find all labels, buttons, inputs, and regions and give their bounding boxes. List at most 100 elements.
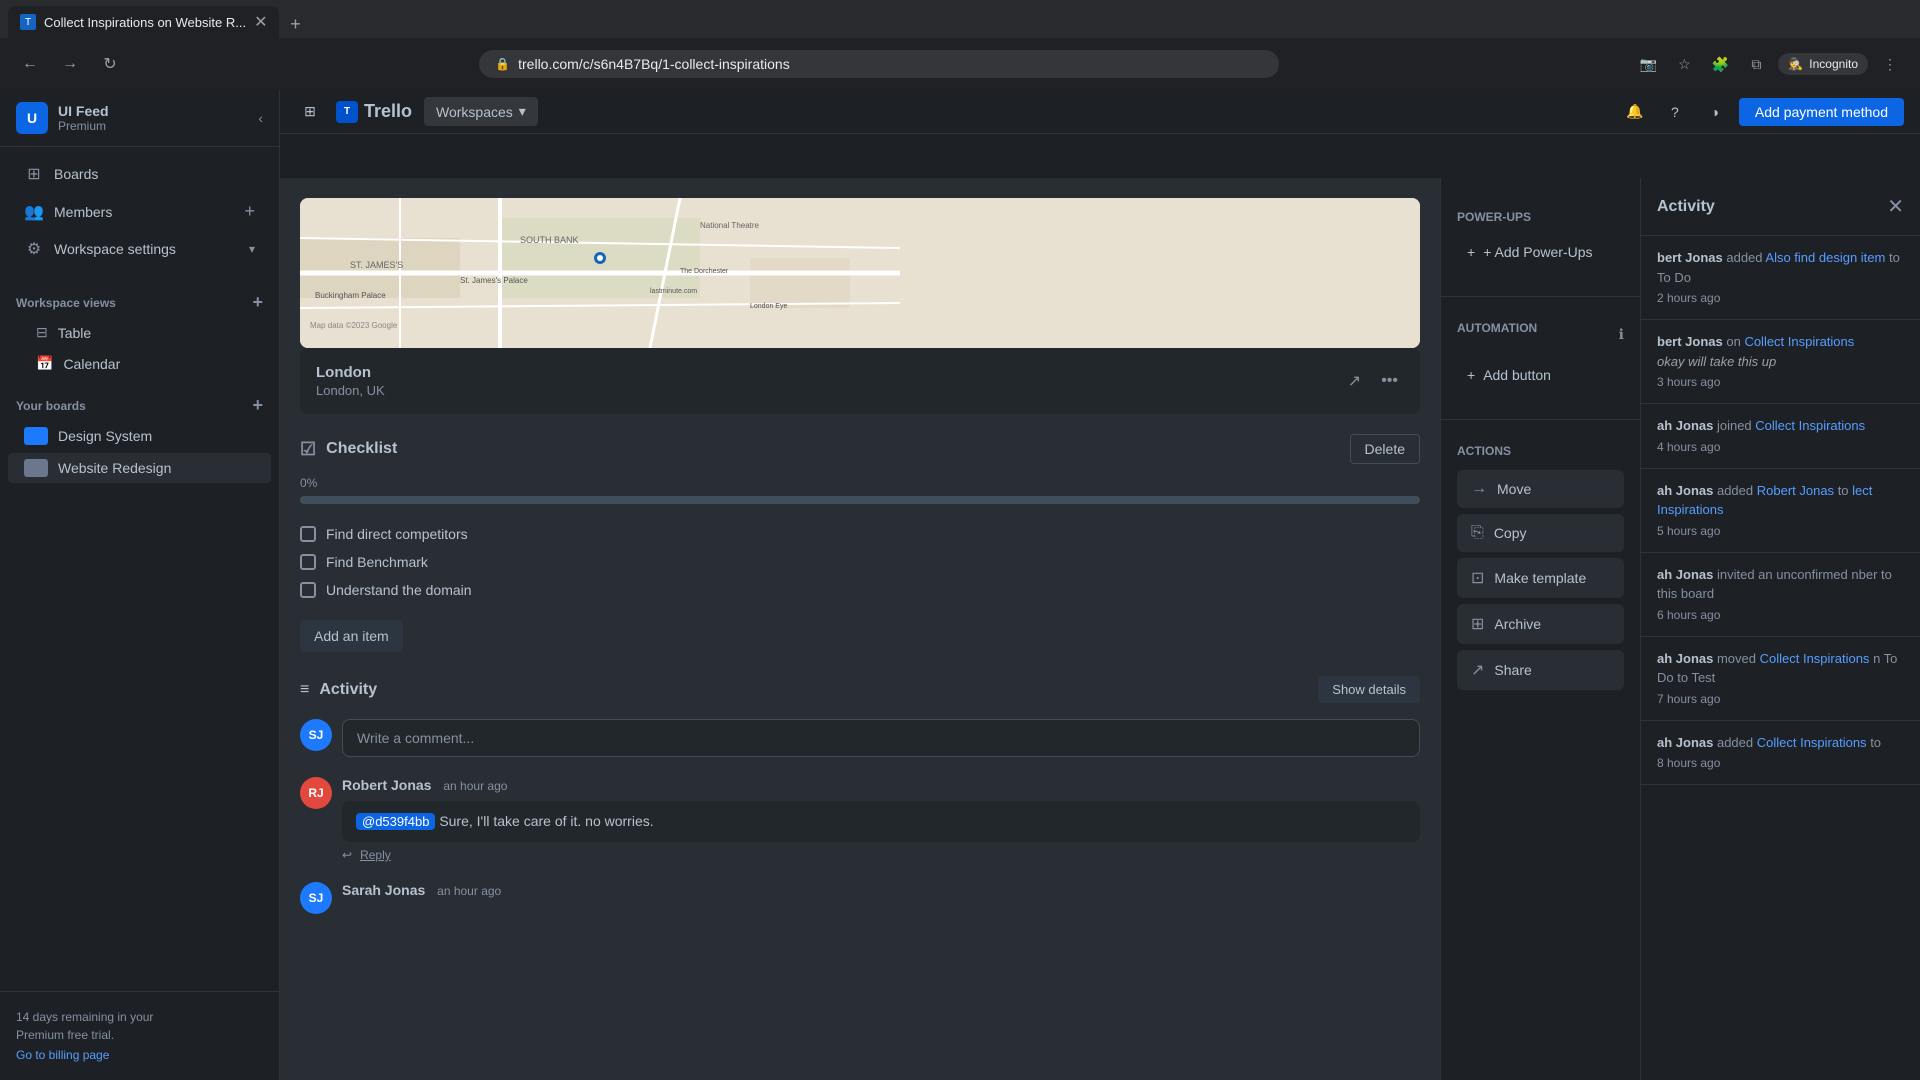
incognito-icon: 🕵 [1788,57,1803,71]
workspace-views-section: Workspace views + [0,276,279,317]
topbar-right: 🔔 ? ◑ Add payment method [1619,96,1904,128]
sidebar-collapse-icon[interactable]: ‹ [258,110,263,126]
activity-panel-close-icon[interactable]: ✕ [1887,194,1904,219]
panel-time-4: 6 hours ago [1657,606,1904,624]
new-tab-button[interactable]: + [281,10,309,38]
boards-icon: ⊞ [24,164,44,184]
panel-time-0: 2 hours ago [1657,289,1904,307]
template-label: Make template [1494,570,1586,586]
workspaces-button[interactable]: Workspaces ▾ [424,97,538,126]
camera-icon[interactable]: 📷 [1634,50,1662,78]
checklist-checkbox-0[interactable] [300,526,316,542]
show-details-button[interactable]: Show details [1318,676,1420,703]
svg-text:Map data ©2023 Google: Map data ©2023 Google [310,321,398,330]
tab-close-icon[interactable]: ✕ [254,12,267,32]
location-expand-button[interactable]: ↗ [1342,367,1367,395]
main-content: ST. JAMES'S SOUTH BANK National Theatre … [280,178,1920,1080]
browser-toolbar: ← → ↻ 🔒 trello.com/c/s6n4B7Bq/1-collect-… [0,38,1920,90]
active-tab[interactable]: T Collect Inspirations on Website R... ✕ [8,6,279,38]
panel-entry-1: bert Jonas on Collect Inspirations okay … [1641,320,1920,404]
workspaces-label: Workspaces [436,104,513,120]
activity-content-rj: Robert Jonas an hour ago @d539f4bb Sure,… [342,777,1420,862]
forward-button[interactable]: → [56,50,84,78]
checklist-checkbox-2[interactable] [300,582,316,598]
tab-title: Collect Inspirations on Website R... [44,15,246,30]
svg-text:Buckingham Palace: Buckingham Palace [315,291,386,300]
notifications-icon[interactable]: 🔔 [1619,96,1651,128]
back-button[interactable]: ← [16,50,44,78]
help-icon[interactable]: ? [1659,96,1691,128]
action-archive[interactable]: ⊞ Archive [1457,604,1624,644]
panel-link-5[interactable]: Collect Inspirations [1760,651,1870,666]
reply-button[interactable]: Reply [360,848,391,862]
comment-input-row: SJ Write a comment... [300,719,1420,757]
browser-tabs: T Collect Inspirations on Website R... ✕… [0,0,1920,38]
delete-checklist-button[interactable]: Delete [1350,434,1420,464]
add-member-icon[interactable]: + [244,201,255,222]
panel-author-2: ah Jonas [1657,418,1717,433]
payment-button[interactable]: Add payment method [1739,98,1904,126]
automation-info-icon[interactable]: ℹ [1619,326,1624,343]
address-bar[interactable]: 🔒 trello.com/c/s6n4B7Bq/1-collect-inspir… [479,50,1279,78]
automation-header: Automation ℹ [1457,321,1624,347]
grid-menu-icon[interactable]: ⊞ [296,98,324,126]
add-powerups-button[interactable]: + + Add Power-Ups [1457,236,1624,268]
sidebar-nav: ⊞ Boards 👥 Members + ⚙ Workspace setting… [0,147,279,276]
sidebar-item-boards[interactable]: ⊞ Boards [8,156,271,192]
panel-time-3: 5 hours ago [1657,522,1904,540]
checklist-text-0: Find direct competitors [326,526,468,542]
checklist-items: Find direct competitors Find Benchmark U… [300,520,1420,604]
table-icon: ⊟ [36,324,48,341]
panel-author-1: bert Jonas [1657,334,1726,349]
add-button-button[interactable]: + Add button [1457,359,1624,391]
template-icon: ⊡ [1471,568,1484,588]
sidebar-item-members[interactable]: 👥 Members + [8,193,271,230]
add-workspace-view-icon[interactable]: + [252,292,263,313]
mention-tag[interactable]: @d539f4bb [356,813,435,830]
checklist-checkbox-1[interactable] [300,554,316,570]
trello-icon: T [336,101,358,123]
sidebar-board-website-redesign[interactable]: Website Redesign [8,453,271,483]
incognito-badge[interactable]: 🕵 Incognito [1778,53,1868,75]
extensions-icon[interactable]: 🧩 [1706,50,1734,78]
trial-notice: 14 days remaining in yourPremium free tr… [16,1008,263,1064]
menu-icon[interactable]: ⋮ [1876,50,1904,78]
location-more-button[interactable]: ••• [1375,367,1404,395]
website-redesign-color [24,459,48,477]
panel-time-1: 3 hours ago [1657,373,1904,391]
bookmark-icon[interactable]: ☆ [1670,50,1698,78]
incognito-label: Incognito [1809,57,1858,71]
sidebar-footer: 14 days remaining in yourPremium free tr… [0,991,279,1080]
checklist-text-1: Find Benchmark [326,554,428,570]
sj-time: an hour ago [437,884,501,898]
add-powerups-label: + Add Power-Ups [1483,244,1592,260]
split-view-icon[interactable]: ⧉ [1742,50,1770,78]
svg-text:National Theatre: National Theatre [700,221,760,230]
members-label: Members [54,204,234,220]
action-move[interactable]: → Move [1457,470,1624,508]
theme-icon[interactable]: ◑ [1699,96,1731,128]
sidebar-view-table[interactable]: ⊟ Table [8,318,271,347]
panel-link-1[interactable]: Collect Inspirations [1744,334,1854,349]
checklist-title-text: Checklist [326,440,397,458]
calendar-label: Calendar [63,356,120,372]
checklist-text-2: Understand the domain [326,582,472,598]
action-share[interactable]: ↗ Share [1457,650,1624,690]
sidebar-item-settings[interactable]: ⚙ Workspace settings ▾ [8,231,271,267]
location-card: London London, UK ↗ ••• [300,348,1420,414]
billing-link[interactable]: Go to billing page [16,1046,263,1064]
panel-link-6[interactable]: Collect Inspirations [1757,735,1867,750]
action-copy[interactable]: ⎘ Copy [1457,514,1624,552]
add-board-icon[interactable]: + [252,395,263,416]
panel-link-0[interactable]: Also find design item [1765,250,1885,265]
sidebar-view-calendar[interactable]: 📅 Calendar [8,349,271,378]
panel-link2-3[interactable]: Robert Jonas [1757,483,1834,498]
card-modal[interactable]: ST. JAMES'S SOUTH BANK National Theatre … [280,178,1440,1080]
sidebar-board-design-system[interactable]: Design System [8,421,271,451]
action-make-template[interactable]: ⊡ Make template [1457,558,1624,598]
reload-button[interactable]: ↻ [96,50,124,78]
comment-input[interactable]: Write a comment... [342,719,1420,757]
svg-text:The Dorchester: The Dorchester [680,268,729,275]
add-item-button[interactable]: Add an item [300,620,403,652]
panel-link-2[interactable]: Collect Inspirations [1755,418,1865,433]
